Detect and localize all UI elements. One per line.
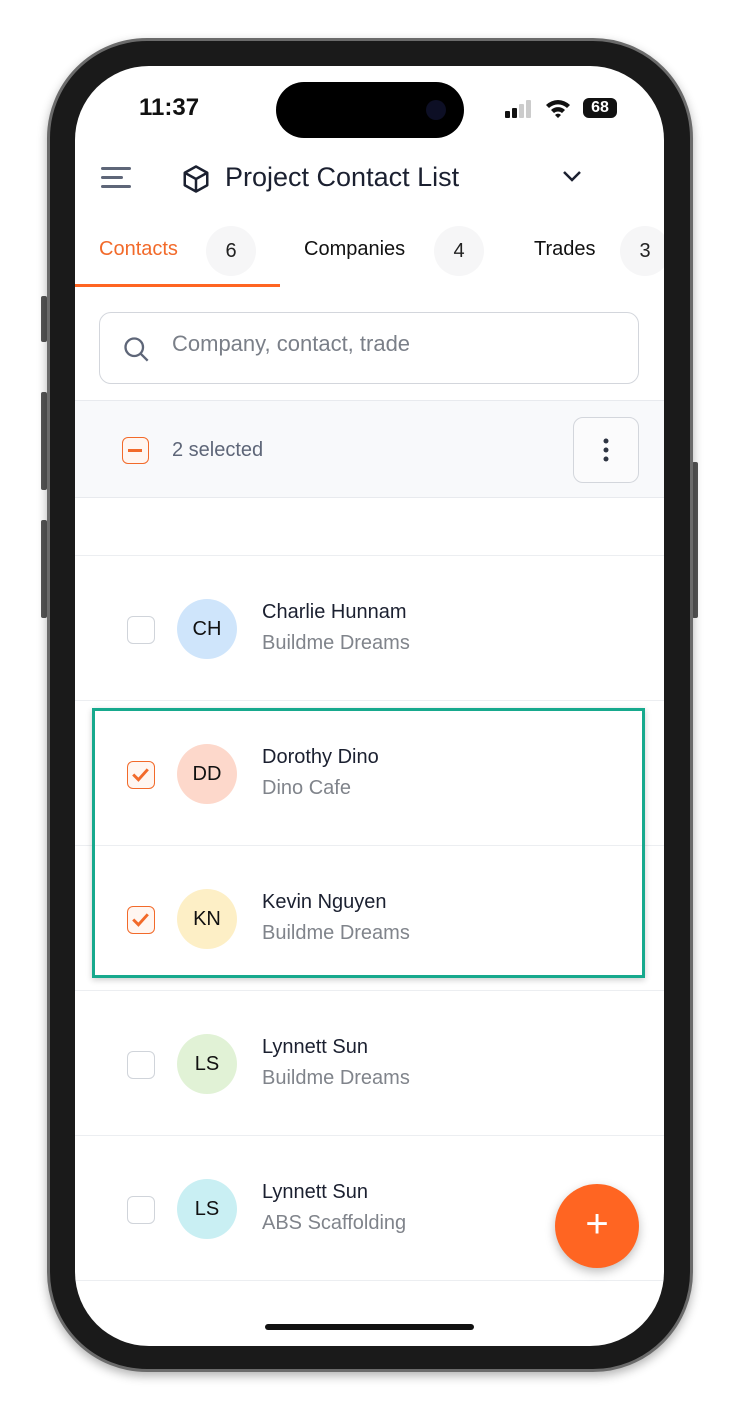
tab-count-contacts: 6 xyxy=(206,226,256,276)
battery-indicator: 68 xyxy=(583,98,617,118)
more-vertical-icon xyxy=(603,438,609,462)
avatar: LS xyxy=(177,1179,237,1239)
contact-row[interactable]: CH Charlie Hunnam Buildme Dreams xyxy=(75,556,664,701)
selection-bar: 2 selected xyxy=(75,400,664,498)
avatar: CH xyxy=(177,599,237,659)
tab-companies[interactable]: Companies xyxy=(304,238,405,261)
contact-name: Charlie Hunnam xyxy=(262,601,407,623)
tab-trades[interactable]: Trades xyxy=(534,238,596,261)
signal-icon xyxy=(505,100,531,118)
tab-contacts[interactable]: Contacts xyxy=(99,238,178,261)
status-time: 11:37 xyxy=(139,94,200,121)
more-options-button[interactable] xyxy=(573,417,639,483)
contact-company: Buildme Dreams xyxy=(262,632,410,654)
search-input[interactable] xyxy=(172,331,612,357)
phone-screen: 11:37 68 Project Contact List Contacts 6… xyxy=(75,66,664,1346)
contact-company: ABS Scaffolding xyxy=(262,1212,407,1234)
chevron-down-icon[interactable] xyxy=(561,168,583,184)
avatar: LS xyxy=(177,1034,237,1094)
add-contact-button[interactable]: + xyxy=(555,1184,639,1268)
contact-company: Buildme Dreams xyxy=(262,1067,410,1089)
row-checkbox[interactable] xyxy=(127,1196,155,1224)
select-all-checkbox[interactable] xyxy=(122,437,149,464)
active-tab-indicator xyxy=(75,284,280,287)
search-field[interactable] xyxy=(99,312,639,384)
page-title: Project Contact List xyxy=(225,162,460,192)
search-icon xyxy=(124,337,149,362)
menu-icon[interactable] xyxy=(101,166,133,190)
selected-count: 2 selected xyxy=(172,439,264,461)
cube-icon xyxy=(183,165,209,193)
home-indicator xyxy=(265,1324,474,1330)
row-checkbox[interactable] xyxy=(127,616,155,644)
row-checkbox[interactable] xyxy=(127,1051,155,1079)
selection-highlight xyxy=(92,708,645,978)
tab-count-trades: 3 xyxy=(620,226,664,276)
tab-count-companies: 4 xyxy=(434,226,484,276)
contact-row[interactable]: LS Lynnett Sun Buildme Dreams xyxy=(75,991,664,1136)
contact-name: Lynnett Sun xyxy=(262,1036,369,1058)
contact-name: Lynnett Sun xyxy=(262,1181,369,1203)
camera-icon xyxy=(426,100,446,120)
dynamic-island xyxy=(276,82,464,138)
wifi-icon xyxy=(546,100,570,118)
